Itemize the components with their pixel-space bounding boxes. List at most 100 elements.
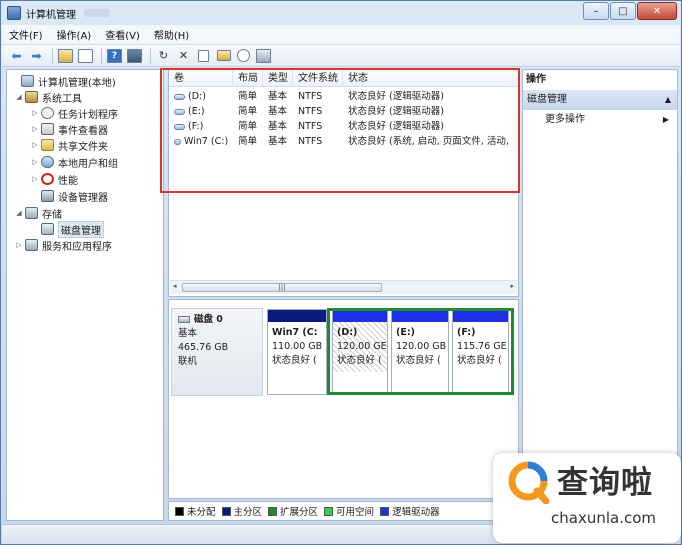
computer-icon [21,75,34,87]
expand-triangle-icon[interactable]: ▷ [15,241,23,249]
column-header-layout[interactable]: 布局 [233,70,263,87]
search-icon[interactable] [235,47,252,64]
properties-icon[interactable] [195,47,212,64]
refresh-icon[interactable]: ↻ [155,47,172,64]
table-row[interactable]: (D:) 简单 基本 NTFS 状态良好 (逻辑驱动器) [169,89,518,104]
menu-action[interactable]: 操作(A) [50,27,99,42]
up-folder-icon[interactable] [57,47,74,64]
tree-item-label: 事件查看器 [58,125,108,137]
show-hide-tree-icon[interactable] [77,47,94,64]
volume-icon [174,138,181,145]
scroll-right-icon[interactable]: ▸ [510,282,514,290]
tools-icon [25,91,38,103]
partition-size: 110.00 GB [272,341,323,352]
delete-icon[interactable]: ✕ [175,47,192,64]
partition-status: 状态良好 ( [337,355,382,366]
tree-item-computer-management[interactable]: 计算机管理(本地) [11,73,116,89]
tree-item-device-manager[interactable]: 设备管理器 [31,188,108,204]
partition-e[interactable]: (E:) 120.00 GB 状态良好 ( [391,309,449,395]
volume-layout: 简单 [238,121,258,132]
tree-item-label: 存储 [42,209,62,221]
maximize-button[interactable]: □ [610,2,636,20]
tree-item-disk-management[interactable]: 磁盘管理 [31,220,104,238]
action-pane-icon[interactable] [126,47,143,64]
actions-section-disk-management[interactable]: 磁盘管理 ▲ [523,90,677,110]
legend-label: 未分配 [187,507,216,518]
performance-icon [41,173,54,185]
back-arrow-icon[interactable]: ⬅ [8,47,25,64]
column-header-filesystem[interactable]: 文件系统 [293,70,343,87]
watermark-site: chaxunla.com [551,509,656,527]
disk-0-info[interactable]: 磁盘 0 基本 465.76 GB 联机 [171,308,263,396]
tree-item-shared-folders[interactable]: ▷ 共享文件夹 [31,137,108,153]
partition-size: 115.76 GE [457,341,507,352]
toolbar-separator [101,47,102,64]
partition-status: 状态良好 ( [457,355,502,366]
expand-triangle-icon[interactable]: ▷ [31,175,39,183]
horizontal-scrollbar[interactable]: ◂ ||| ▸ [170,280,517,294]
tree-item-label: 设备管理器 [58,192,108,204]
open-folder-icon[interactable] [215,47,232,64]
partition-size: 120.00 GB [396,341,447,352]
partition-size: 120.00 GE [337,341,387,352]
expand-triangle-icon[interactable]: ▷ [31,141,39,149]
tree-item-services-applications[interactable]: ▷ 服务和应用程序 [15,237,112,253]
toolbar-separator [150,47,151,64]
tree-item-task-scheduler[interactable]: ▷ 任务计划程序 [31,105,118,121]
collapse-triangle-icon[interactable]: ◢ [15,93,23,101]
tree-item-label: 系统工具 [42,93,82,105]
legend-swatch [380,506,390,516]
volume-type: 基本 [268,136,288,147]
tree-item-event-viewer[interactable]: ▷ 事件查看器 [31,121,108,137]
tree-item-storage[interactable]: ◢ 存储 [15,205,62,221]
forward-arrow-icon[interactable]: ➡ [28,47,45,64]
help-icon[interactable]: ? [106,47,123,64]
tree-item-system-tools[interactable]: ◢ 系统工具 [15,89,82,105]
table-row[interactable]: (E:) 简单 基本 NTFS 状态良好 (逻辑驱动器) [169,104,518,119]
collapse-caret-icon[interactable]: ▲ [665,90,671,110]
partition-bar [453,310,508,322]
volume-icon [174,108,185,115]
menu-file[interactable]: 文件(F) [2,27,50,42]
expand-triangle-icon[interactable]: ▷ [31,125,39,133]
scroll-left-icon[interactable]: ◂ [173,282,177,290]
table-row[interactable]: Win7 (C:) 简单 基本 NTFS 状态良好 (系统, 启动, 页面文件,… [169,134,518,149]
legend-item-extended: 扩展分区 [268,504,318,518]
title-bar[interactable]: 计算机管理 – □ ✕ [1,1,681,25]
expand-triangle-icon[interactable]: ▷ [31,109,39,117]
table-row[interactable]: (F:) 简单 基本 NTFS 状态良好 (逻辑驱动器) [169,119,518,134]
collapse-triangle-icon[interactable]: ◢ [15,209,23,217]
close-button[interactable]: ✕ [637,2,677,20]
disk-name: 磁盘 0 [194,314,223,325]
partition-c[interactable]: Win7 (C: 110.00 GB 状态良好 ( [267,309,327,395]
partition-d[interactable]: (D:) 120.00 GE 状态良好 ( [332,309,388,395]
menu-help[interactable]: 帮助(H) [147,27,196,42]
title-blur-mark [84,9,110,17]
menu-view[interactable]: 查看(V) [98,27,147,42]
volume-name: Win7 (C:) [184,136,229,147]
column-header-type[interactable]: 类型 [263,70,293,87]
partition-bar [268,310,326,322]
legend-swatch [175,506,184,516]
column-header-volume[interactable]: 卷 [169,70,233,87]
toolbar: ⬅ ➡ ? ↻ ✕ [2,45,680,67]
expand-triangle-icon[interactable]: ▷ [31,158,39,166]
minimize-button[interactable]: – [583,2,609,20]
tree-item-performance[interactable]: ▷ 性能 [31,171,78,187]
column-header-status[interactable]: 状态 [343,70,518,87]
tree-item-label: 磁盘管理 [58,220,104,238]
more-actions-item[interactable]: 更多操作 ▶ [523,110,677,130]
tree-item-local-users-groups[interactable]: ▷ 本地用户和组 [31,154,118,170]
partition-f[interactable]: (F:) 115.76 GE 状态良好 ( [452,309,509,395]
actions-title: 操作 [526,74,546,85]
volume-type: 基本 [268,106,288,117]
legend-item-unallocated: 未分配 [175,504,216,518]
window-controls: – □ ✕ [583,2,677,20]
volume-filesystem: NTFS [298,106,323,117]
tree-item-label: 计算机管理(本地) [38,77,116,89]
disk-properties-icon[interactable] [255,47,272,64]
partition-bar [392,310,448,322]
partition-bar [333,310,387,322]
scrollbar-thumb[interactable]: ||| [182,283,382,292]
partition-name: (F:) [457,327,476,338]
